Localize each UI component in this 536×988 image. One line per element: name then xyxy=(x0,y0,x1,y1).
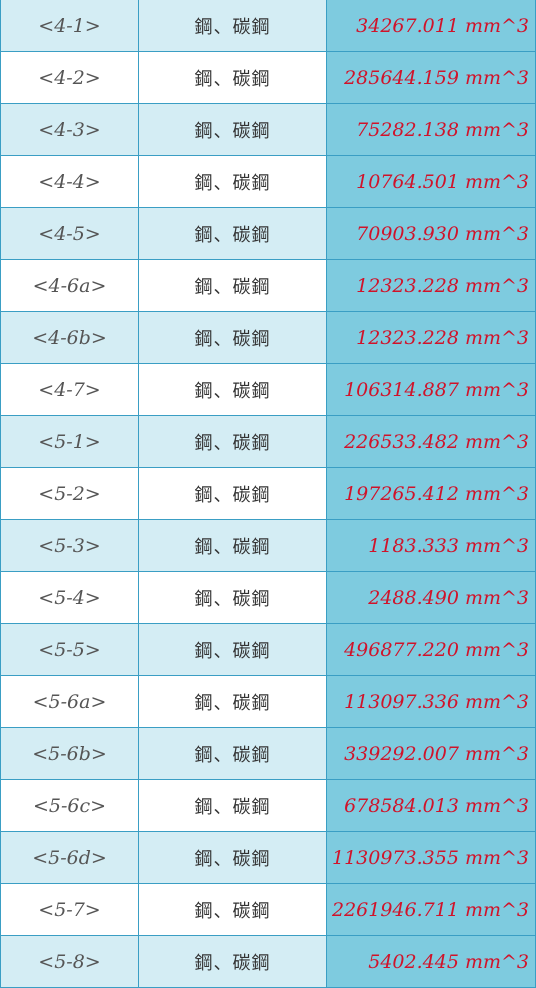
table-row: <5-6a> 鋼、碳鋼 113097.336 mm^3 xyxy=(0,675,536,728)
part-id-cell: <5-7> xyxy=(0,883,139,936)
volume-cell: 106314.887 mm^3 xyxy=(326,363,536,416)
volume-cell: 34267.011 mm^3 xyxy=(326,0,536,52)
part-id-cell: <4-6b> xyxy=(0,311,139,364)
table-row: <4-7> 鋼、碳鋼 106314.887 mm^3 xyxy=(0,363,536,416)
table-row: <5-4> 鋼、碳鋼 2488.490 mm^3 xyxy=(0,571,536,624)
table-row: <5-6c> 鋼、碳鋼 678584.013 mm^3 xyxy=(0,779,536,832)
table-row: <5-2> 鋼、碳鋼 197265.412 mm^3 xyxy=(0,467,536,520)
table-row: <5-8> 鋼、碳鋼 5402.445 mm^3 xyxy=(0,935,536,988)
table-row: <4-4> 鋼、碳鋼 10764.501 mm^3 xyxy=(0,155,536,208)
part-id-cell: <5-6b> xyxy=(0,727,139,780)
part-id-cell: <4-2> xyxy=(0,51,139,104)
part-id-cell: <4-6a> xyxy=(0,259,139,312)
part-id-cell: <4-3> xyxy=(0,103,139,156)
part-id-cell: <4-7> xyxy=(0,363,139,416)
table-row: <4-6a> 鋼、碳鋼 12323.228 mm^3 xyxy=(0,259,536,312)
volume-cell: 113097.336 mm^3 xyxy=(326,675,536,728)
table-row: <4-2> 鋼、碳鋼 285644.159 mm^3 xyxy=(0,51,536,104)
part-id-cell: <4-5> xyxy=(0,207,139,260)
volume-cell: 10764.501 mm^3 xyxy=(326,155,536,208)
part-id-cell: <5-8> xyxy=(0,935,139,988)
volume-cell: 2488.490 mm^3 xyxy=(326,571,536,624)
material-cell: 鋼、碳鋼 xyxy=(138,259,327,312)
table-row: <5-3> 鋼、碳鋼 1183.333 mm^3 xyxy=(0,519,536,572)
table-row: <4-1> 鋼、碳鋼 34267.011 mm^3 xyxy=(0,0,536,52)
table-row: <5-5> 鋼、碳鋼 496877.220 mm^3 xyxy=(0,623,536,676)
table-row: <5-1> 鋼、碳鋼 226533.482 mm^3 xyxy=(0,415,536,468)
table-row: <4-3> 鋼、碳鋼 75282.138 mm^3 xyxy=(0,103,536,156)
volume-cell: 5402.445 mm^3 xyxy=(326,935,536,988)
material-cell: 鋼、碳鋼 xyxy=(138,0,327,52)
material-cell: 鋼、碳鋼 xyxy=(138,623,327,676)
volume-cell: 75282.138 mm^3 xyxy=(326,103,536,156)
material-cell: 鋼、碳鋼 xyxy=(138,571,327,624)
material-cell: 鋼、碳鋼 xyxy=(138,51,327,104)
material-cell: 鋼、碳鋼 xyxy=(138,831,327,884)
material-cell: 鋼、碳鋼 xyxy=(138,103,327,156)
material-cell: 鋼、碳鋼 xyxy=(138,675,327,728)
part-id-cell: <4-1> xyxy=(0,0,139,52)
part-id-cell: <5-3> xyxy=(0,519,139,572)
material-cell: 鋼、碳鋼 xyxy=(138,779,327,832)
material-cell: 鋼、碳鋼 xyxy=(138,467,327,520)
material-cell: 鋼、碳鋼 xyxy=(138,311,327,364)
part-id-cell: <4-4> xyxy=(0,155,139,208)
volume-cell: 1183.333 mm^3 xyxy=(326,519,536,572)
material-cell: 鋼、碳鋼 xyxy=(138,207,327,260)
material-cell: 鋼、碳鋼 xyxy=(138,935,327,988)
volume-cell: 12323.228 mm^3 xyxy=(326,311,536,364)
part-id-cell: <5-1> xyxy=(0,415,139,468)
volume-cell: 1130973.355 mm^3 xyxy=(326,831,536,884)
table-row: <4-5> 鋼、碳鋼 70903.930 mm^3 xyxy=(0,207,536,260)
table-row: <5-6d> 鋼、碳鋼 1130973.355 mm^3 xyxy=(0,831,536,884)
material-cell: 鋼、碳鋼 xyxy=(138,883,327,936)
volume-cell: 2261946.711 mm^3 xyxy=(326,883,536,936)
volume-cell: 197265.412 mm^3 xyxy=(326,467,536,520)
part-id-cell: <5-2> xyxy=(0,467,139,520)
volume-cell: 70903.930 mm^3 xyxy=(326,207,536,260)
volume-cell: 496877.220 mm^3 xyxy=(326,623,536,676)
volume-cell: 339292.007 mm^3 xyxy=(326,727,536,780)
material-cell: 鋼、碳鋼 xyxy=(138,363,327,416)
part-id-cell: <5-5> xyxy=(0,623,139,676)
material-cell: 鋼、碳鋼 xyxy=(138,519,327,572)
volume-cell: 12323.228 mm^3 xyxy=(326,259,536,312)
table-row: <4-6b> 鋼、碳鋼 12323.228 mm^3 xyxy=(0,311,536,364)
part-id-cell: <5-6d> xyxy=(0,831,139,884)
volume-cell: 285644.159 mm^3 xyxy=(326,51,536,104)
table-row: <5-6b> 鋼、碳鋼 339292.007 mm^3 xyxy=(0,727,536,780)
table-body: <4-1> 鋼、碳鋼 34267.011 mm^3 <4-2> 鋼、碳鋼 285644.1… xyxy=(0,0,536,988)
table-row: <5-7> 鋼、碳鋼 2261946.711 mm^3 xyxy=(0,883,536,936)
part-id-cell: <5-6c> xyxy=(0,779,139,832)
part-id-cell: <5-4> xyxy=(0,571,139,624)
material-cell: 鋼、碳鋼 xyxy=(138,155,327,208)
volume-cell: 226533.482 mm^3 xyxy=(326,415,536,468)
material-cell: 鋼、碳鋼 xyxy=(138,415,327,468)
volume-cell: 678584.013 mm^3 xyxy=(326,779,536,832)
parts-volume-table: <4-1> 鋼、碳鋼 34267.011 mm^3 <4-2> 鋼、碳鋼 285644.1… xyxy=(0,0,536,988)
material-cell: 鋼、碳鋼 xyxy=(138,727,327,780)
part-id-cell: <5-6a> xyxy=(0,675,139,728)
